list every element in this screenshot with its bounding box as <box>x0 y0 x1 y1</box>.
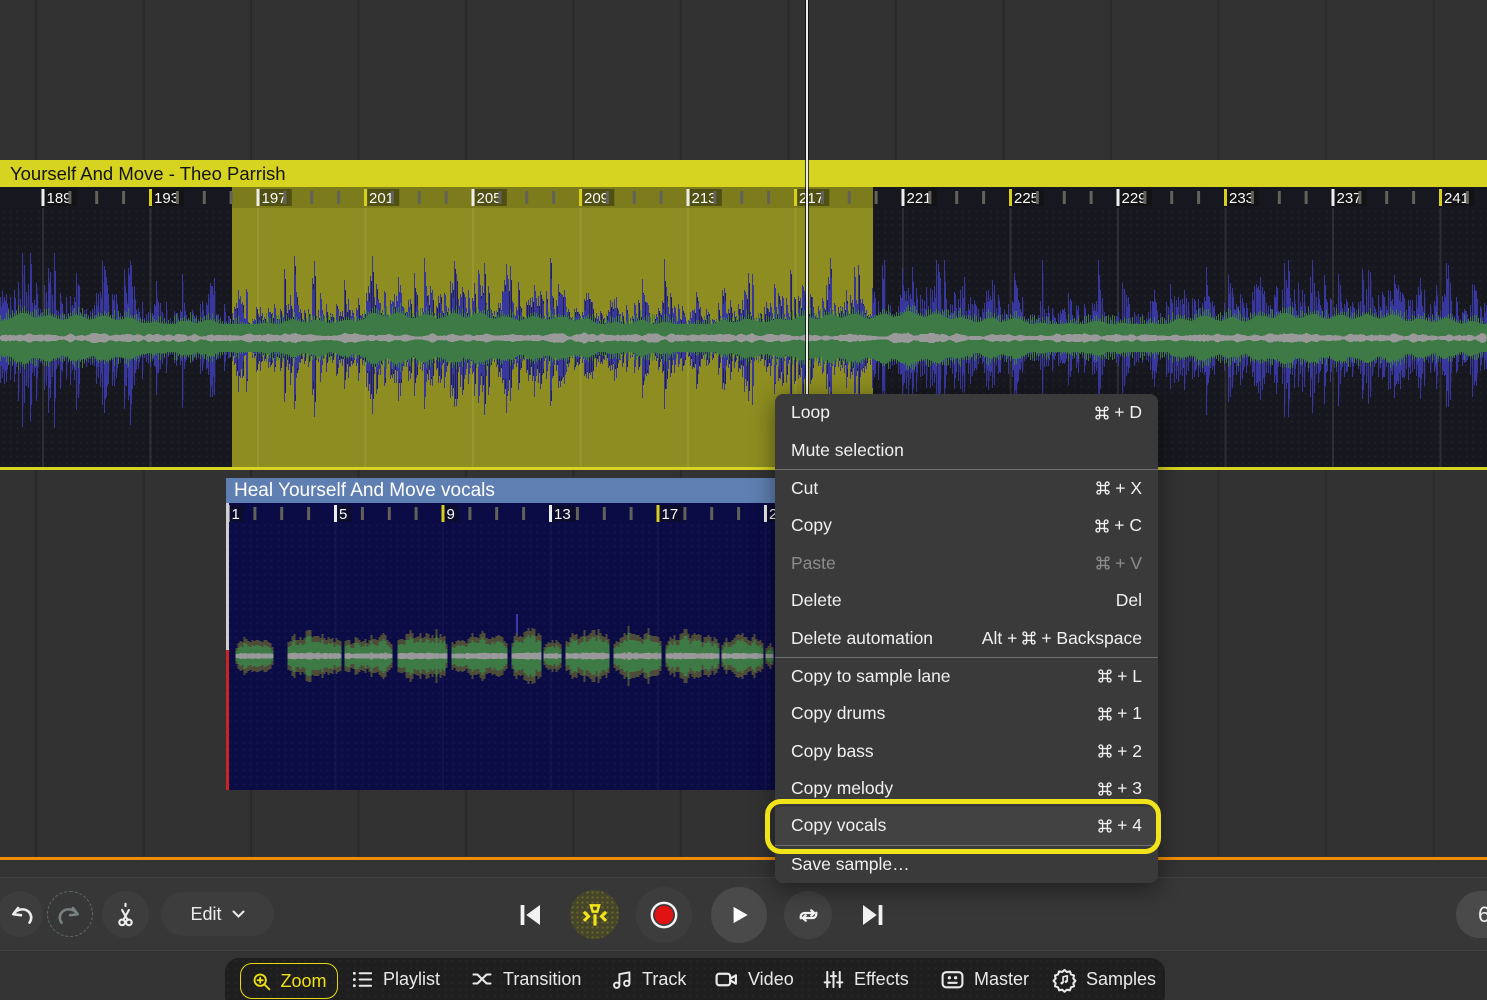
svg-text:197: 197 <box>262 190 287 207</box>
svg-text:17: 17 <box>662 506 679 522</box>
svg-text:5: 5 <box>339 506 347 522</box>
svg-text:229: 229 <box>1122 190 1147 207</box>
svg-text:233: 233 <box>1229 190 1254 207</box>
svg-text:237: 237 <box>1337 190 1362 207</box>
svg-text:225: 225 <box>1014 190 1039 207</box>
svg-text:13: 13 <box>554 506 571 522</box>
svg-text:201: 201 <box>369 190 394 207</box>
svg-text:193: 193 <box>154 190 179 207</box>
svg-text:1: 1 <box>232 506 240 522</box>
svg-text:9: 9 <box>447 506 455 522</box>
svg-text:189: 189 <box>47 190 72 207</box>
svg-text:213: 213 <box>692 190 717 207</box>
svg-text:221: 221 <box>907 190 932 207</box>
svg-text:241: 241 <box>1444 190 1469 207</box>
svg-text:205: 205 <box>477 190 502 207</box>
svg-text:217: 217 <box>799 190 824 207</box>
svg-text:209: 209 <box>584 190 609 207</box>
